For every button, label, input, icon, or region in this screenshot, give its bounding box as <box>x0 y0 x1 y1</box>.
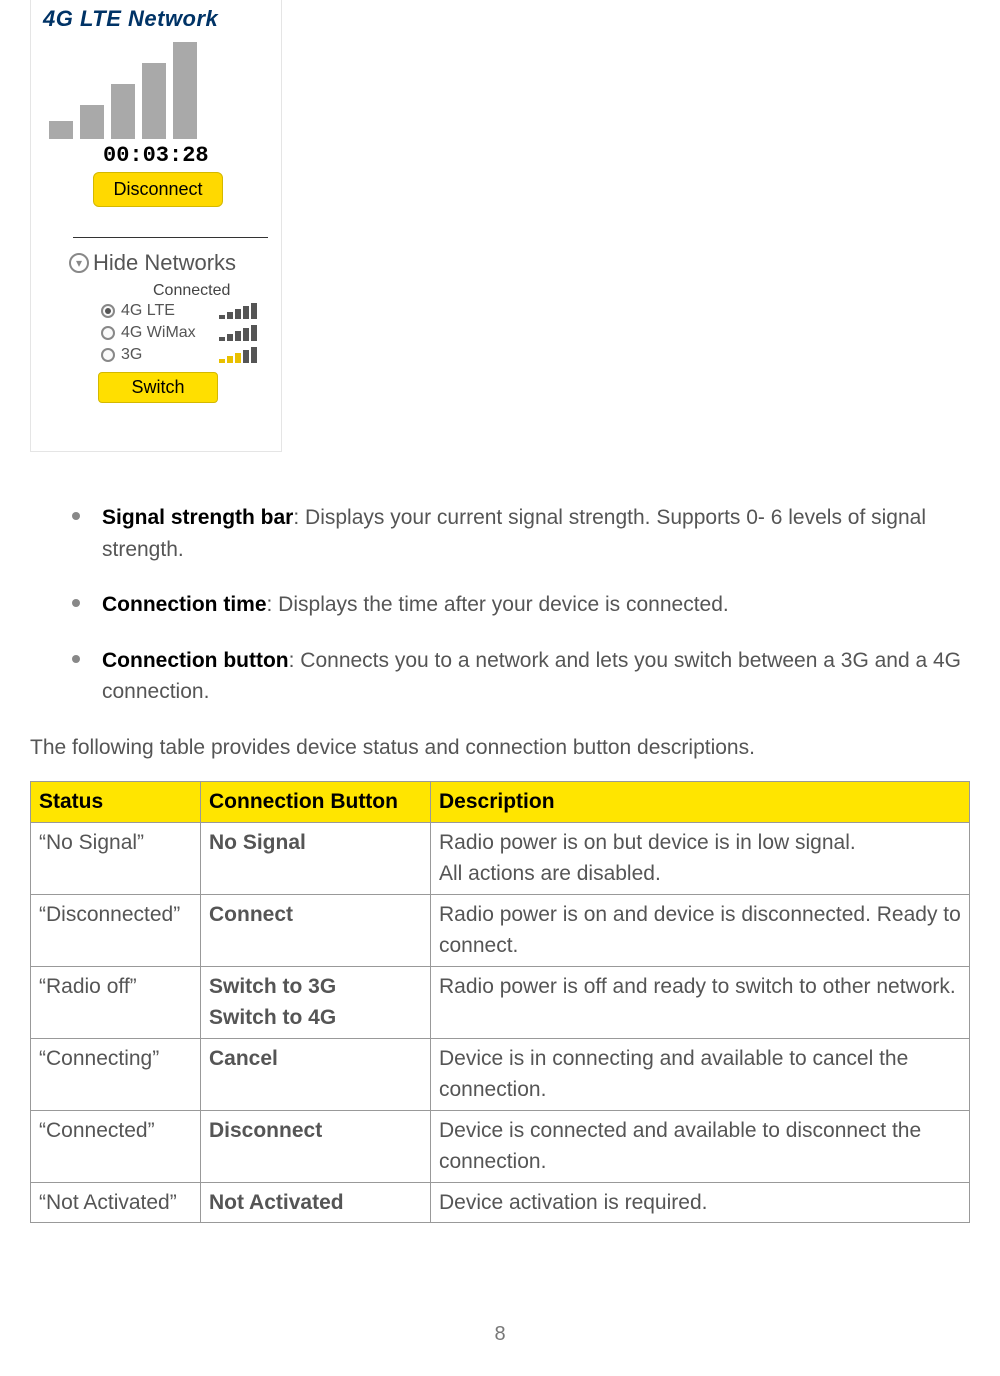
desc-cell: Radio power is on but device is in low s… <box>431 822 970 894</box>
hide-networks-label: Hide Networks <box>93 250 236 276</box>
bullet-title: Signal strength bar <box>102 506 293 529</box>
th-status: Status <box>31 782 201 823</box>
button-cell: Cancel <box>201 1038 431 1110</box>
th-desc: Description <box>431 782 970 823</box>
radio-icon <box>101 348 115 362</box>
network-label: 4G LTE <box>121 302 175 320</box>
network-label: 4G WiMax <box>121 324 196 342</box>
desc-cell: Radio power is off and ready to switch t… <box>431 966 970 1038</box>
network-title: 4G LTE Network <box>43 6 269 32</box>
status-table: Status Connection Button Description “No… <box>30 781 970 1223</box>
table-row: “Connected”DisconnectDevice is connected… <box>31 1110 970 1182</box>
list-item: Signal strength bar: Displays your curre… <box>72 502 970 565</box>
bullet-list: Signal strength bar: Displays your curre… <box>72 502 970 708</box>
status-cell: “No Signal” <box>31 822 201 894</box>
bullet-title: Connection button <box>102 649 289 672</box>
button-cell: No Signal <box>201 822 431 894</box>
signal-strength-bars-icon <box>43 32 269 143</box>
hide-networks-toggle[interactable]: ▾ Hide Networks <box>69 250 269 276</box>
network-label: 3G <box>121 346 142 364</box>
bullet-title: Connection time <box>102 593 267 616</box>
button-cell: Not Activated <box>201 1182 431 1223</box>
status-cell: “Not Activated” <box>31 1182 201 1223</box>
button-cell: Disconnect <box>201 1110 431 1182</box>
divider <box>73 237 268 238</box>
radio-icon <box>101 304 115 318</box>
bullet-text: : Displays the time after your device is… <box>267 593 729 616</box>
connection-timer: 00:03:28 <box>103 143 269 168</box>
button-cell: Connect <box>201 894 431 966</box>
disconnect-button[interactable]: Disconnect <box>93 172 223 207</box>
table-row: “Radio off”Switch to 3GSwitch to 4GRadio… <box>31 966 970 1038</box>
status-cell: “Disconnected” <box>31 894 201 966</box>
desc-cell: Device activation is required. <box>431 1182 970 1223</box>
radio-icon <box>101 326 115 340</box>
chevron-down-icon: ▾ <box>69 253 89 273</box>
content: Signal strength bar: Displays your curre… <box>30 502 970 1223</box>
signal-bars-icon <box>219 325 257 341</box>
network-row-4g-wimax[interactable]: 4G WiMax <box>101 324 269 342</box>
status-cell: “Radio off” <box>31 966 201 1038</box>
table-row: “Not Activated”Not ActivatedDevice activ… <box>31 1182 970 1223</box>
desc-cell: Device is connected and available to dis… <box>431 1110 970 1182</box>
list-item: Connection time: Displays the time after… <box>72 589 970 621</box>
page-number: 8 <box>30 1323 970 1346</box>
list-item: Connection button: Connects you to a net… <box>72 645 970 708</box>
th-button: Connection Button <box>201 782 431 823</box>
desc-cell: Radio power is on and device is disconne… <box>431 894 970 966</box>
desc-cell: Device is in connecting and available to… <box>431 1038 970 1110</box>
table-row: “Disconnected”ConnectRadio power is on a… <box>31 894 970 966</box>
button-cell: Switch to 3GSwitch to 4G <box>201 966 431 1038</box>
status-cell: “Connected” <box>31 1110 201 1182</box>
table-row: “No Signal”No SignalRadio power is on bu… <box>31 822 970 894</box>
connection-widget: 4G LTE Network 00:03:28 Disconnect ▾ Hid… <box>30 0 282 452</box>
connected-label: Connected <box>153 282 269 300</box>
network-row-4g-lte[interactable]: 4G LTE <box>101 302 269 320</box>
signal-bars-icon <box>219 303 257 319</box>
table-row: “Connecting”CancelDevice is in connectin… <box>31 1038 970 1110</box>
table-intro: The following table provides device stat… <box>30 732 970 764</box>
network-row-3g[interactable]: 3G <box>101 346 269 364</box>
switch-button[interactable]: Switch <box>98 372 218 403</box>
signal-bars-icon <box>219 347 257 363</box>
status-cell: “Connecting” <box>31 1038 201 1110</box>
